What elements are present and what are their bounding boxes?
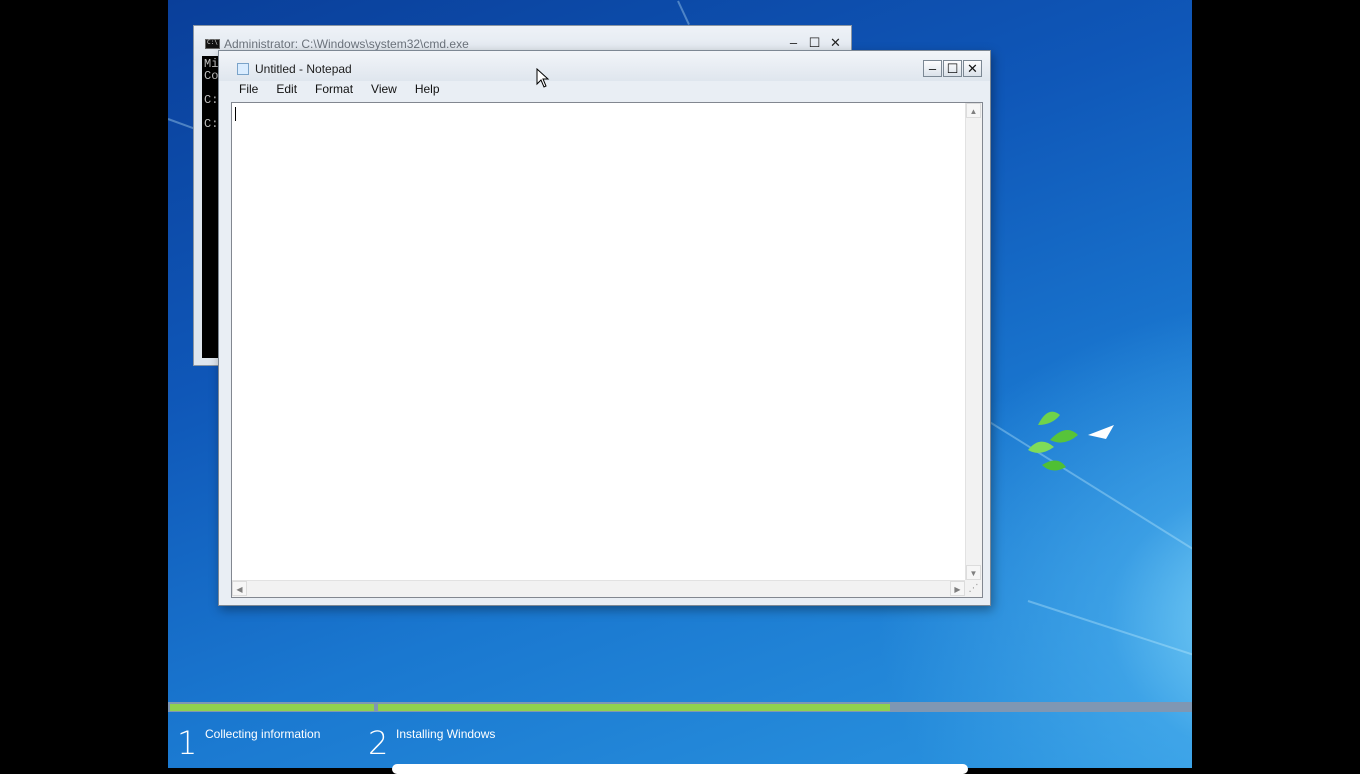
notepad-menu-bar: File Edit Format View Help [229,81,449,101]
scroll-right-arrow-icon[interactable]: ▶ [950,581,965,596]
menu-help[interactable]: Help [406,81,449,101]
notepad-close-button[interactable]: ✕ [963,60,982,77]
step-label: Installing Windows [396,727,496,741]
notepad-minimize-button[interactable]: – [923,60,942,77]
vertical-scrollbar[interactable]: ▲ ▼ [965,103,982,580]
wallpaper-streak [677,0,690,25]
cmd-maximize-button[interactable]: ☐ [805,35,824,51]
scroll-left-arrow-icon[interactable]: ◀ [232,581,247,596]
step1-progress-fill [170,704,374,711]
resize-grip-icon[interactable]: ⋰ [965,580,982,597]
windows-plant-logo [1028,411,1114,471]
step-label: Collecting information [205,727,321,741]
cmd-minimize-button[interactable]: – [784,35,803,51]
step-number: 2 [368,724,389,762]
cmd-title: Administrator: C:\Windows\system32\cmd.e… [224,37,469,51]
setup-status-panel [392,764,968,774]
step2-progress-track [378,704,1190,711]
notepad-icon [237,63,249,75]
horizontal-scrollbar[interactable]: ◀ ▶ [232,580,965,597]
wallpaper-streak [1027,600,1192,664]
notepad-title: Untitled - Notepad [255,62,352,76]
menu-format[interactable]: Format [306,81,362,101]
notepad-maximize-button[interactable]: ☐ [943,60,962,77]
menu-edit[interactable]: Edit [267,81,306,101]
notepad-window[interactable]: Untitled - Notepad – ☐ ✕ File Edit Forma… [218,50,991,606]
mouse-cursor-icon [536,68,550,88]
cmd-close-button[interactable]: ✕ [826,35,845,51]
menu-view[interactable]: View [362,81,406,101]
scroll-down-arrow-icon[interactable]: ▼ [966,565,981,580]
text-caret [235,107,236,121]
menu-file[interactable]: File [229,81,267,101]
scroll-up-arrow-icon[interactable]: ▲ [966,103,981,118]
setup-step-1: 1 [177,724,197,762]
step2-progress-fill [378,704,890,711]
setup-progress-bar [168,702,1192,712]
step-number: 1 [177,724,198,762]
cmd-icon [205,39,220,49]
notepad-text-area[interactable]: ▲ ▼ ◀ ▶ ⋰ [231,102,983,598]
notepad-title-bar[interactable]: Untitled - Notepad – ☐ ✕ [219,51,990,81]
setup-step-2: 2 [368,724,388,762]
